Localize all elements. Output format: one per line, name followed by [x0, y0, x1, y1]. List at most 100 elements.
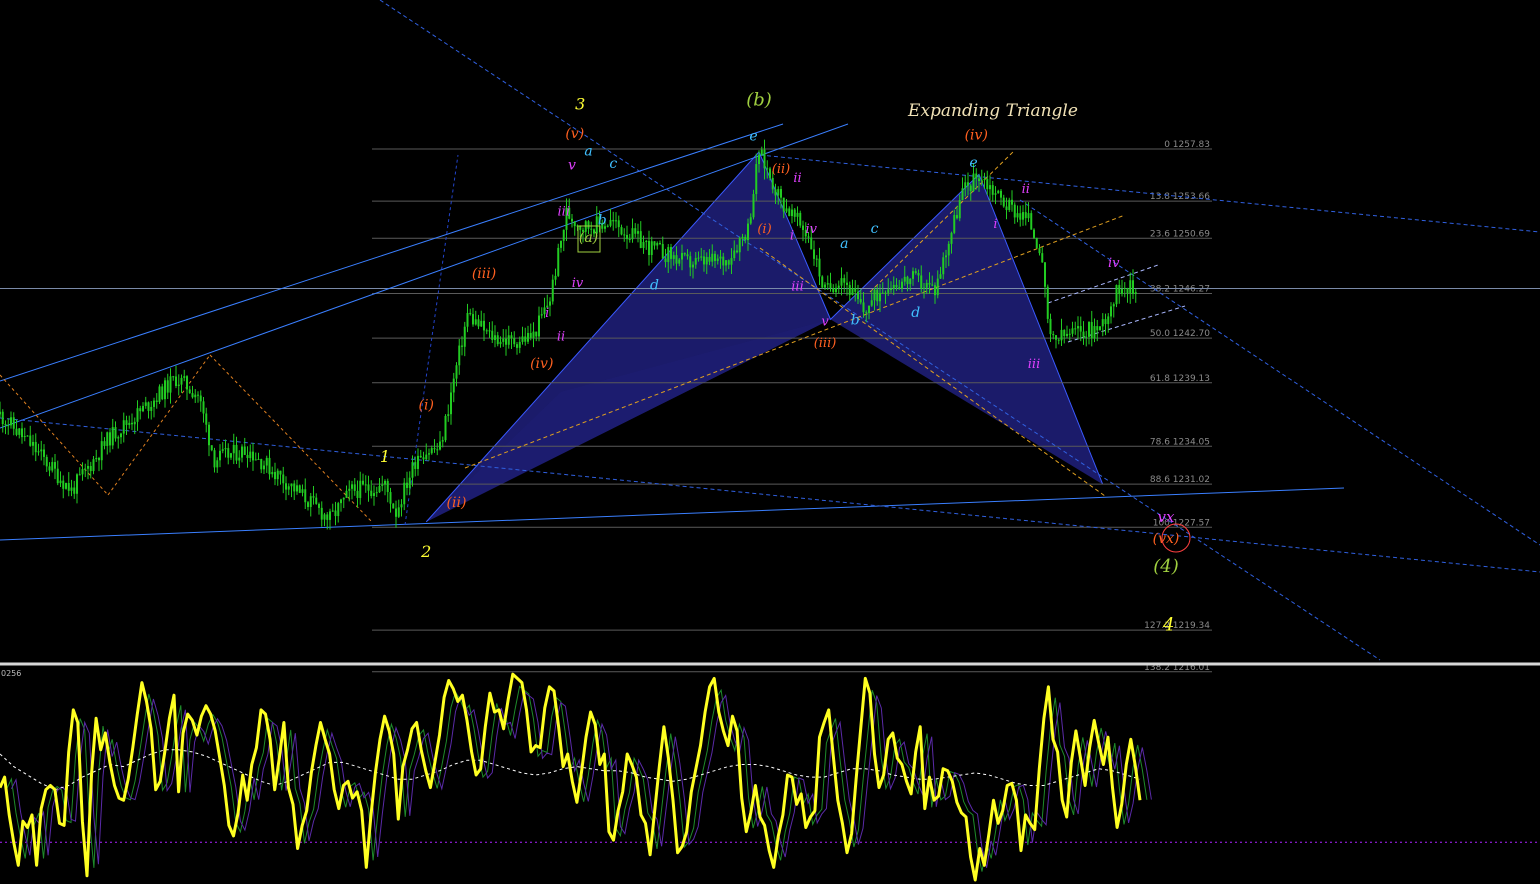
wave-label-26: e	[969, 155, 977, 171]
candle-body-223	[612, 219, 615, 222]
candle-body-228	[626, 234, 628, 240]
candle-body-209	[573, 221, 576, 227]
candle-body-138	[378, 485, 381, 493]
candle-body-47	[128, 422, 131, 425]
candle-body-181	[496, 335, 499, 345]
candle-body-341	[936, 278, 939, 296]
candle-body-235	[645, 240, 648, 243]
candle-body-257	[705, 256, 708, 265]
candle-body-156	[428, 453, 430, 455]
candle-body-314	[862, 302, 865, 313]
candle-body-291	[799, 212, 802, 226]
candle-body-107	[293, 483, 296, 492]
wave-label-11: (iii)	[814, 336, 837, 351]
candle-body-296	[813, 249, 815, 259]
candle-body-275	[755, 164, 758, 195]
wave-label-40: iv	[1108, 256, 1120, 271]
candle-body-116	[318, 503, 320, 508]
candle-body-11	[29, 435, 32, 446]
candle-body-352	[967, 182, 969, 186]
candle-body-263	[722, 256, 725, 266]
candle-body-127	[348, 488, 351, 491]
candle-body-60	[164, 380, 166, 400]
candle-body-316	[868, 305, 870, 314]
candle-body-130	[356, 490, 359, 498]
candle-body-155	[425, 454, 428, 460]
candle-body-236	[648, 240, 650, 256]
candle-body-125	[342, 497, 345, 500]
wave-label-14: (b)	[746, 90, 772, 111]
candle-body-142	[389, 492, 392, 504]
candle-body-170	[466, 312, 469, 327]
wave-label-24: c	[871, 221, 879, 237]
candle-body-368	[1011, 199, 1013, 205]
candle-body-299	[821, 276, 824, 288]
candle-body-158	[433, 448, 436, 450]
candle-body-121	[331, 510, 334, 512]
candle-body-307	[843, 278, 846, 283]
candle-body-84	[230, 453, 232, 458]
candle-body-106	[290, 483, 293, 487]
candle-body-43	[117, 437, 120, 439]
candle-body-387	[1063, 329, 1066, 337]
candle-body-94	[257, 458, 260, 460]
candle-body-93	[254, 459, 257, 461]
candle-body-131	[359, 480, 362, 498]
candle-body-231	[634, 228, 637, 234]
candle-body-171	[469, 312, 472, 315]
candle-body-136	[373, 493, 375, 496]
candle-body-339	[931, 284, 934, 286]
candle-body-222	[609, 219, 612, 226]
candle-body-411	[1129, 280, 1132, 294]
candle-body-308	[846, 282, 848, 285]
candle-body-2	[4, 424, 7, 426]
candle-body-348	[956, 215, 958, 219]
candle-body-232	[637, 231, 639, 234]
candle-body-19	[51, 462, 54, 471]
candle-body-301	[826, 283, 829, 285]
candle-body-229	[628, 239, 631, 241]
candle-body-186	[510, 335, 513, 339]
candle-body-12	[32, 441, 34, 446]
candle-body-248	[681, 253, 683, 260]
chart-title: Expanding Triangle	[907, 101, 1078, 121]
candle-body-149	[408, 477, 411, 488]
candle-body-150	[411, 462, 414, 478]
candle-body-85	[232, 444, 235, 454]
candle-body-305	[837, 285, 840, 288]
candle-body-246	[675, 255, 678, 264]
candle-body-205	[562, 229, 565, 241]
candle-body-10	[26, 435, 29, 437]
candle-body-28	[76, 474, 78, 494]
candle-body-123	[337, 503, 340, 517]
candle-body-65	[177, 384, 180, 386]
fib-label-7: 88.6 1231.02	[1150, 475, 1210, 485]
candle-body-384	[1055, 335, 1057, 340]
candle-body-255	[700, 256, 703, 258]
wave-label-34: iv	[805, 222, 817, 237]
candle-body-351	[964, 182, 967, 189]
candle-body-238	[653, 241, 656, 246]
candle-body-143	[392, 503, 395, 509]
candle-body-277	[760, 149, 763, 155]
candle-body-29	[78, 474, 81, 476]
candle-body-37	[100, 441, 103, 461]
candle-body-304	[835, 287, 837, 293]
trading-chart[interactable]: 0 1257.83 13.8 1253.66 23.6 1250.69 38.2 12…	[0, 0, 1540, 884]
fib-label-1: 13.8 1253.66	[1150, 192, 1210, 202]
candle-body-203	[557, 247, 560, 276]
candle-body-292	[802, 225, 804, 230]
candle-body-164	[450, 392, 452, 415]
candle-body-386	[1060, 329, 1063, 341]
wave-label-2: 3	[575, 94, 585, 113]
candle-body-193	[529, 332, 532, 338]
candle-body-318	[873, 289, 876, 301]
candle-body-167	[458, 345, 461, 366]
candle-body-95	[260, 458, 263, 470]
candle-body-332	[912, 271, 914, 279]
candle-body-69	[188, 389, 191, 394]
candle-body-99	[271, 472, 274, 475]
candle-body-285	[782, 197, 785, 212]
candle-body-148	[406, 482, 408, 488]
candle-body-355	[975, 173, 978, 179]
